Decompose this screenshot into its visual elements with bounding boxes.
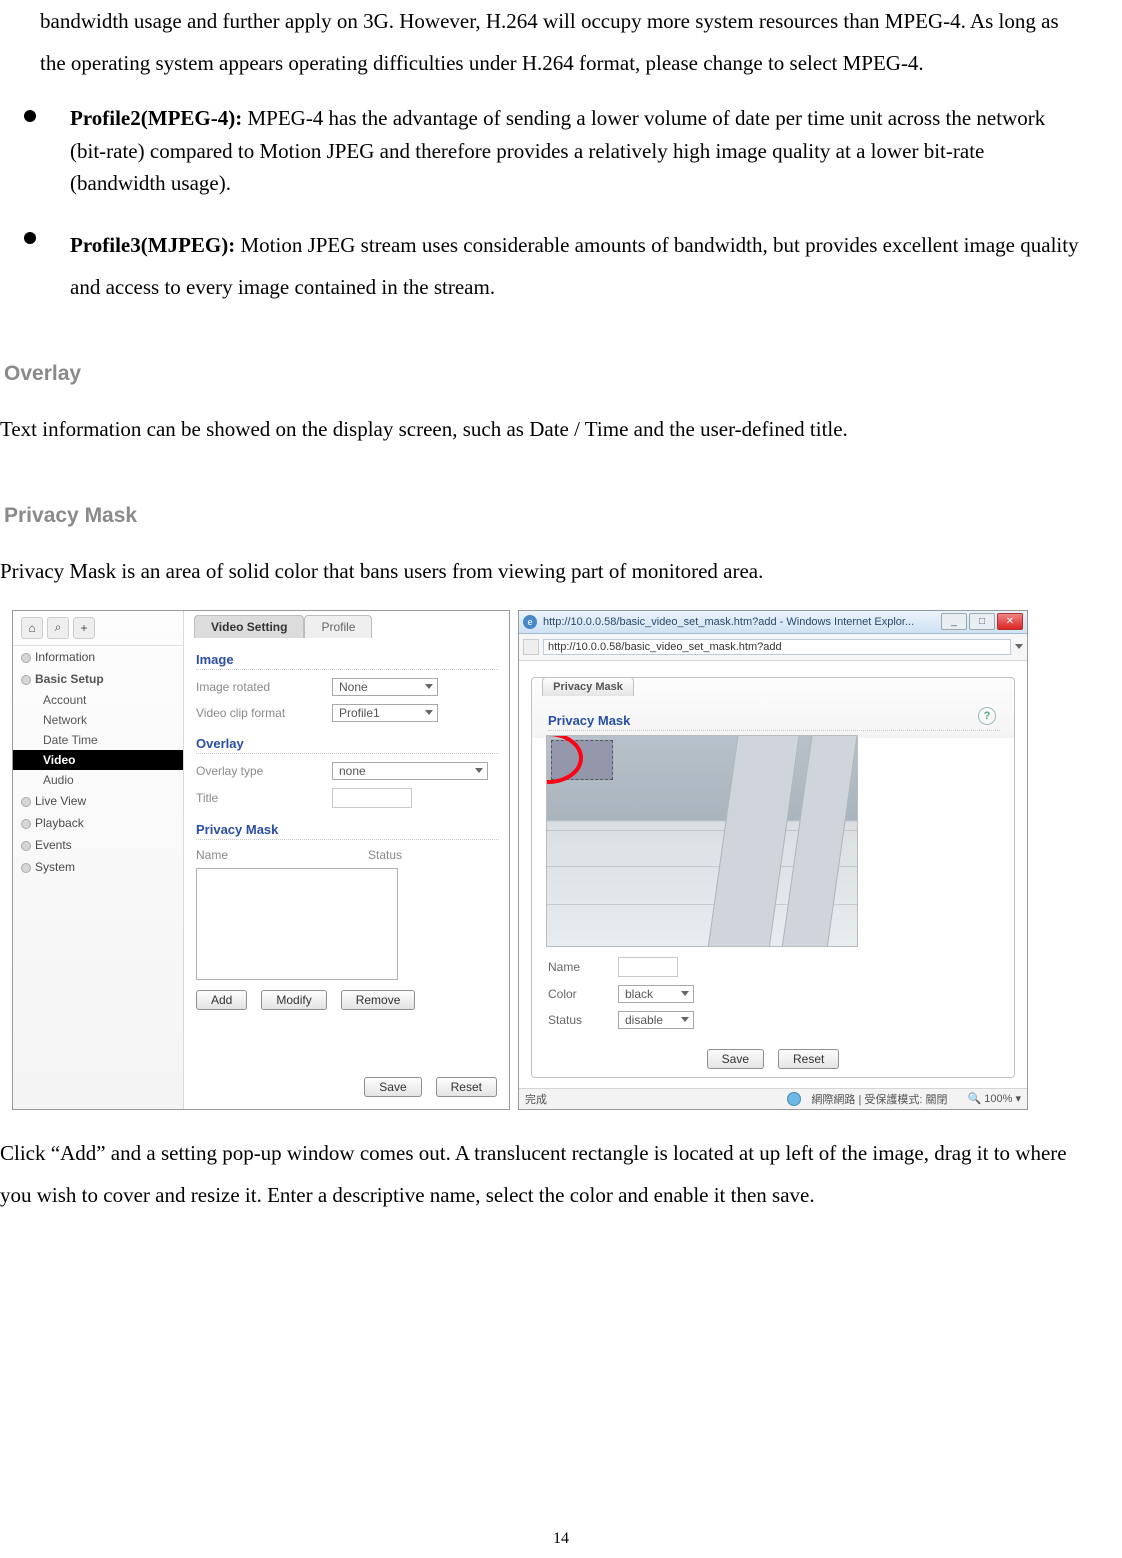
- col-header-status: Status: [368, 848, 402, 862]
- sidebar-item-account[interactable]: Account: [13, 690, 183, 710]
- tab-video-setting[interactable]: Video Setting: [194, 615, 304, 638]
- bullet-profile2: Profile2(MPEG-4): MPEG-4 has the advanta…: [0, 102, 1082, 200]
- plus-icon[interactable]: +: [73, 617, 95, 639]
- page-favicon: [523, 639, 539, 655]
- address-bar[interactable]: http://10.0.0.58/basic_video_set_mask.ht…: [543, 639, 1011, 655]
- screenshot-settings-panel: ⌂ ⌕ + Information Basic Setup Account Ne…: [12, 610, 510, 1110]
- label-overlay-title: Title: [196, 791, 316, 805]
- sidebar-label-information: Information: [35, 650, 95, 664]
- popup-label-name: Name: [548, 960, 602, 974]
- overlay-text: Text information can be showed on the di…: [0, 408, 1082, 450]
- select-video-clip-format[interactable]: Profile1: [332, 704, 438, 722]
- popup-select-status[interactable]: disable: [618, 1011, 694, 1029]
- section-privacy-mask: Privacy Mask: [196, 822, 499, 840]
- select-overlay-type[interactable]: none: [332, 762, 488, 780]
- popup-label-status: Status: [548, 1013, 602, 1027]
- globe-icon: [787, 1092, 801, 1106]
- label-image-rotated: Image rotated: [196, 680, 316, 694]
- maximize-button[interactable]: □: [969, 613, 995, 630]
- status-zoom[interactable]: 🔍 100% ▾: [968, 1092, 1021, 1105]
- window-title: http://10.0.0.58/basic_video_set_mask.ht…: [543, 616, 935, 628]
- dropdown-icon[interactable]: [1015, 644, 1023, 649]
- popup-input-name[interactable]: [618, 957, 678, 977]
- sidebar-item-information[interactable]: Information: [13, 646, 183, 668]
- overlay-heading: Overlay: [0, 362, 1122, 386]
- privacy-outro: Click “Add” and a setting pop-up window …: [0, 1132, 1082, 1216]
- close-button[interactable]: ✕: [997, 613, 1023, 630]
- select-image-rotated[interactable]: None: [332, 678, 438, 696]
- screenshot-popup-panel: e http://10.0.0.58/basic_video_set_mask.…: [518, 610, 1028, 1110]
- privacy-heading: Privacy Mask: [0, 504, 1122, 528]
- popup-section-head: Privacy Mask: [548, 713, 1000, 731]
- intro-paragraph: bandwidth usage and further apply on 3G.…: [40, 0, 1082, 84]
- profile3-label: Profile3(MJPEG):: [70, 233, 235, 257]
- popup-tab-privacy-mask[interactable]: Privacy Mask: [542, 677, 634, 696]
- save-button[interactable]: Save: [364, 1077, 421, 1097]
- status-network: 網際網路 | 受保護模式: 關閉: [811, 1091, 947, 1107]
- remove-button[interactable]: Remove: [341, 990, 416, 1010]
- privacy-intro: Privacy Mask is an area of solid color t…: [0, 550, 1082, 592]
- page-number: 14: [0, 1530, 1122, 1548]
- label-video-clip-format: Video clip format: [196, 706, 316, 720]
- popup-reset-button[interactable]: Reset: [778, 1049, 839, 1069]
- tab-profile[interactable]: Profile: [304, 615, 372, 638]
- help-icon[interactable]: ?: [978, 707, 996, 725]
- sidebar-item-live-view[interactable]: Live View: [13, 790, 183, 812]
- col-header-name: Name: [196, 848, 228, 862]
- sidebar-item-network[interactable]: Network: [13, 710, 183, 730]
- popup-save-button[interactable]: Save: [707, 1049, 764, 1069]
- sidebar-item-video[interactable]: Video: [13, 750, 183, 770]
- camera-preview[interactable]: [546, 735, 858, 947]
- sidebar-item-system[interactable]: System: [13, 856, 183, 878]
- favicon-icon: e: [523, 615, 537, 629]
- sidebar-item-audio[interactable]: Audio: [13, 770, 183, 790]
- profile2-label: Profile2(MPEG-4):: [70, 106, 242, 130]
- minimize-button[interactable]: _: [941, 613, 967, 630]
- status-zoom-value: 100%: [984, 1093, 1012, 1105]
- home-icon[interactable]: ⌂: [21, 617, 43, 639]
- popup-label-color: Color: [548, 987, 602, 1001]
- section-overlay: Overlay: [196, 736, 499, 754]
- add-button[interactable]: Add: [196, 990, 247, 1010]
- sidebar-item-datetime[interactable]: Date Time: [13, 730, 183, 750]
- window-titlebar: e http://10.0.0.58/basic_video_set_mask.…: [519, 611, 1027, 634]
- input-overlay-title[interactable]: [332, 788, 412, 808]
- status-done: 完成: [525, 1091, 547, 1107]
- sidebar-label-events: Events: [35, 838, 72, 852]
- reset-button[interactable]: Reset: [436, 1077, 497, 1097]
- sidebar-label-system: System: [35, 860, 75, 874]
- find-icon[interactable]: ⌕: [47, 617, 69, 639]
- bullet-profile3: Profile3(MJPEG): Motion JPEG stream uses…: [0, 224, 1082, 308]
- label-overlay-type: Overlay type: [196, 764, 316, 778]
- sidebar-label-playback: Playback: [35, 816, 84, 830]
- sidebar-item-basic-setup[interactable]: Basic Setup: [13, 668, 183, 690]
- sidebar-item-events[interactable]: Events: [13, 834, 183, 856]
- section-image: Image: [196, 652, 499, 670]
- modify-button[interactable]: Modify: [261, 990, 326, 1010]
- popup-select-color[interactable]: black: [618, 985, 694, 1003]
- sidebar-label-basic: Basic Setup: [35, 672, 104, 686]
- mask-listbox[interactable]: [196, 868, 398, 980]
- sidebar-item-playback[interactable]: Playback: [13, 812, 183, 834]
- sidebar-label-live: Live View: [35, 794, 86, 808]
